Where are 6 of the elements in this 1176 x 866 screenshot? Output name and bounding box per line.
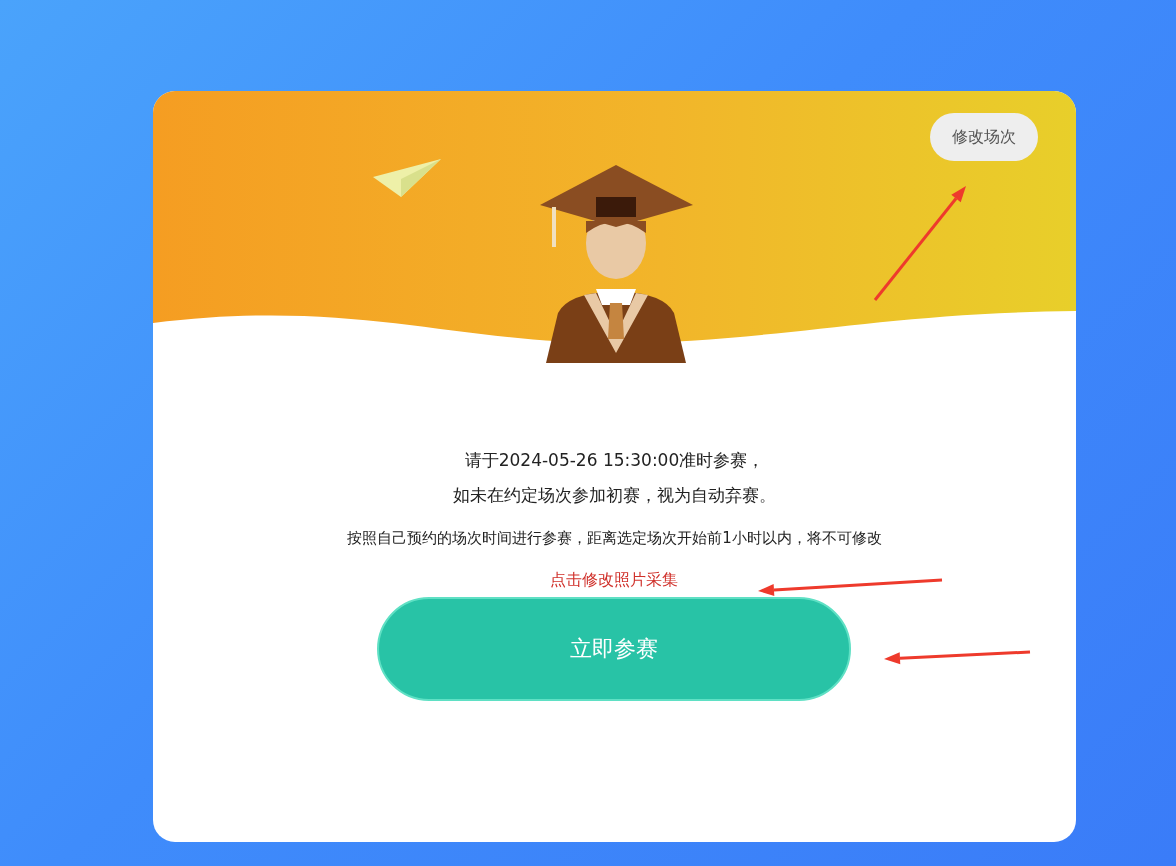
- rule-text: 按照自己预约的场次时间进行参赛，距离选定场次开始前1小时以内，将不可修改: [347, 529, 882, 548]
- notice-text: 如未在约定场次参加初赛，视为自动弃赛。: [453, 484, 776, 507]
- change-session-button[interactable]: 修改场次: [930, 113, 1038, 161]
- paper-plane-icon: [371, 157, 443, 199]
- photo-link[interactable]: 点击修改照片采集: [550, 570, 679, 591]
- notice-text: 请于2024-05-26 15:30:00准时参赛，: [464, 449, 765, 472]
